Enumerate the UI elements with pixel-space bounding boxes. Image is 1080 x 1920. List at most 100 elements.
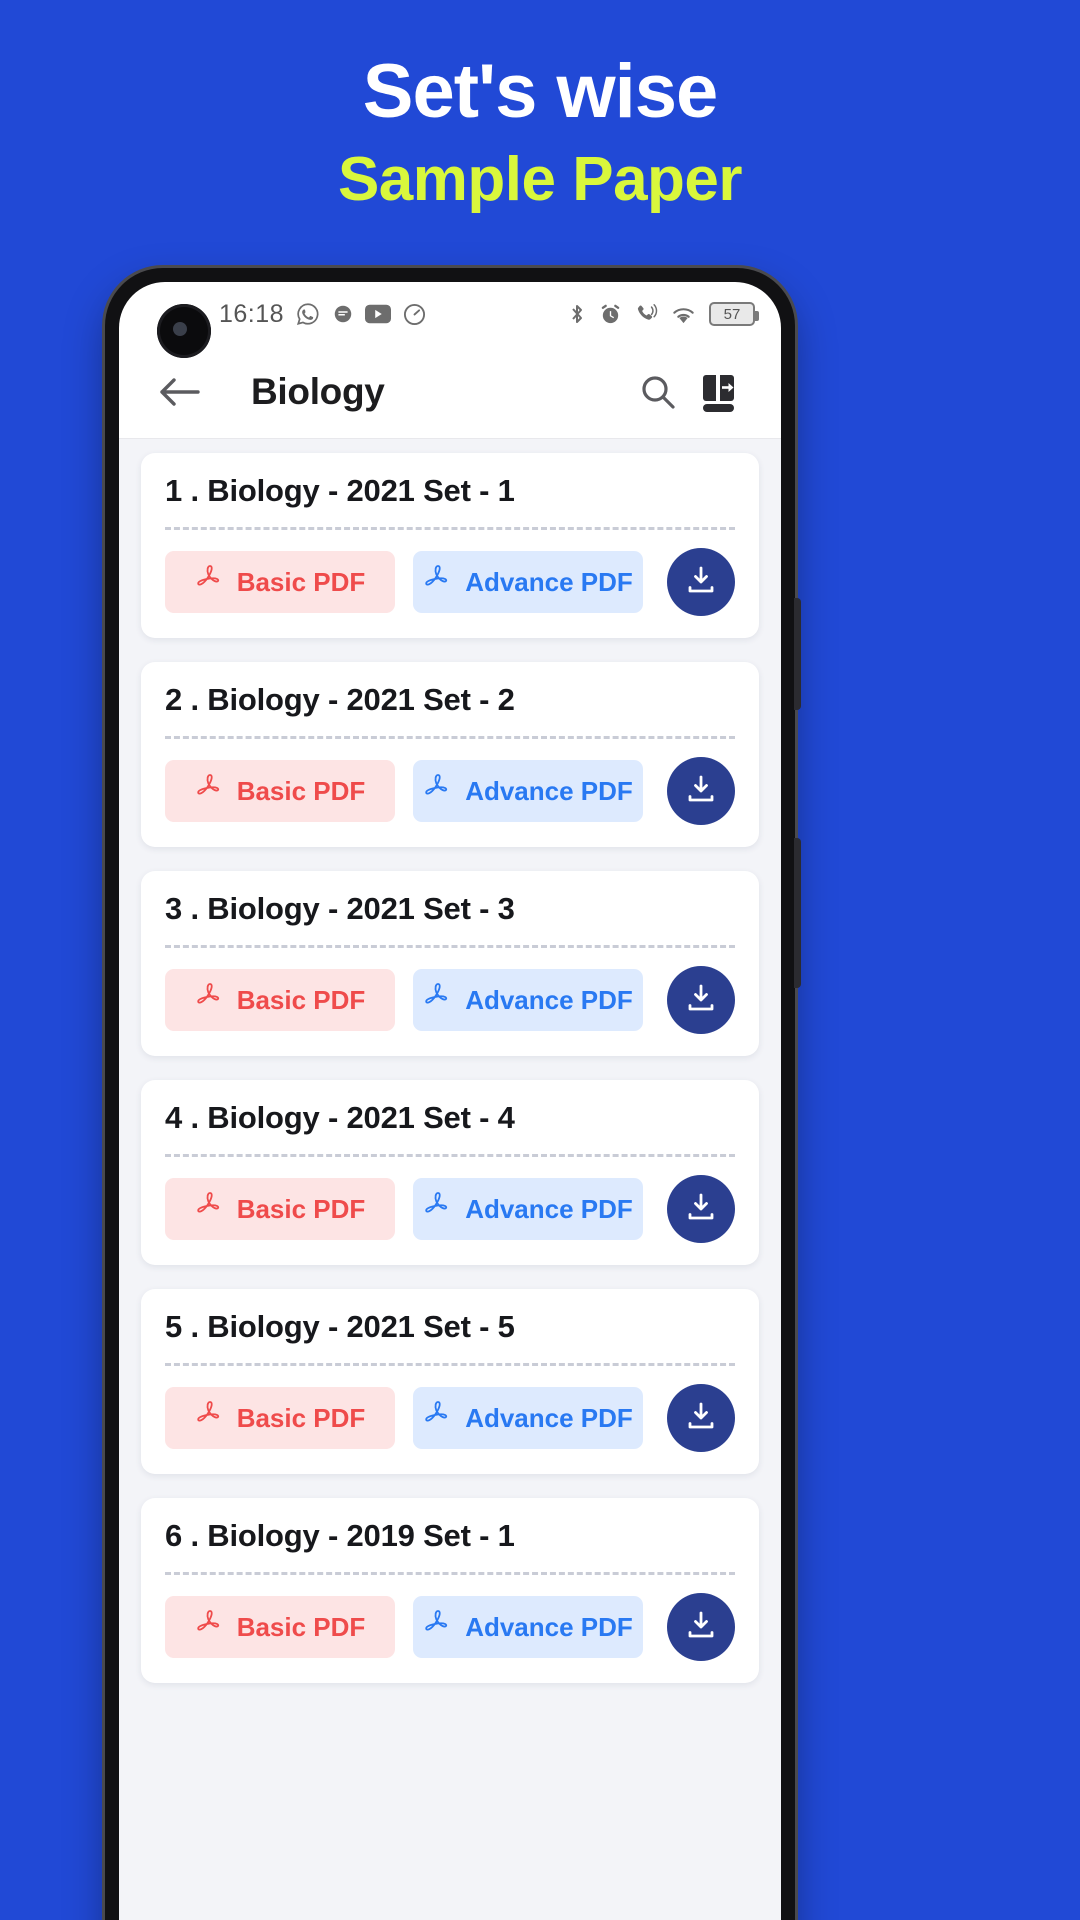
pdf-icon <box>423 1190 453 1229</box>
advance-pdf-button[interactable]: Advance PDF <box>413 551 643 613</box>
status-bar-right: 57 <box>567 302 759 326</box>
vibrate-call-icon <box>634 303 658 325</box>
wifi-icon <box>670 304 697 325</box>
card-actions: Basic PDF Advance PDF <box>165 1593 735 1661</box>
promo-header: Set's wise Sample Paper <box>0 0 1080 214</box>
pdf-icon <box>423 981 453 1020</box>
basic-pdf-button[interactable]: Basic PDF <box>165 969 395 1031</box>
paper-card[interactable]: 1 . Biology - 2021 Set - 1 Basic PDF Advan… <box>141 453 759 638</box>
pdf-icon <box>195 981 225 1020</box>
download-button[interactable] <box>667 1593 735 1661</box>
basic-pdf-button[interactable]: Basic PDF <box>165 760 395 822</box>
promo-title: Set's wise <box>362 49 719 134</box>
youtube-icon <box>365 304 392 324</box>
advance-pdf-label: Advance PDF <box>465 1402 633 1433</box>
download-icon <box>684 1399 718 1438</box>
card-divider <box>165 527 735 530</box>
card-actions: Basic PDF Advance PDF <box>165 966 735 1034</box>
card-divider <box>165 736 735 739</box>
advance-pdf-button[interactable]: Advance PDF <box>413 969 643 1031</box>
page-title: Biology <box>251 371 385 412</box>
whatsapp-icon <box>295 301 321 327</box>
download-button[interactable] <box>667 1384 735 1452</box>
basic-pdf-button[interactable]: Basic PDF <box>165 1596 395 1658</box>
paper-card-title: 6 . Biology - 2019 Set - 1 <box>165 1518 515 1553</box>
download-icon <box>684 772 718 811</box>
promo-subtitle: Sample Paper <box>337 144 743 214</box>
pdf-icon <box>195 1608 225 1647</box>
pdf-icon <box>195 1399 225 1438</box>
card-divider <box>165 1363 735 1366</box>
basic-pdf-label: Basic PDF <box>236 1193 366 1224</box>
paper-list[interactable]: 1 . Biology - 2021 Set - 1 Basic PDF Advan… <box>119 439 781 1920</box>
basic-pdf-button[interactable]: Basic PDF <box>165 1178 395 1240</box>
basic-pdf-label: Basic PDF <box>236 1611 366 1642</box>
paper-card[interactable]: 2 . Biology - 2021 Set - 2 Basic PDF Advan… <box>141 662 759 847</box>
bluetooth-icon <box>567 302 587 326</box>
phone-volume-button[interactable] <box>794 838 801 988</box>
basic-pdf-label: Basic PDF <box>236 1402 366 1433</box>
paper-card[interactable]: 5 . Biology - 2021 Set - 5 Basic PDF Advan… <box>141 1289 759 1474</box>
download-icon <box>684 981 718 1020</box>
paper-card[interactable]: 4 . Biology - 2021 Set - 4 Basic PDF Advan… <box>141 1080 759 1265</box>
advance-pdf-label: Advance PDF <box>465 984 633 1015</box>
search-icon[interactable] <box>627 372 689 412</box>
download-button[interactable] <box>667 757 735 825</box>
advance-pdf-button[interactable]: Advance PDF <box>413 1596 643 1658</box>
card-divider <box>165 1572 735 1575</box>
card-actions: Basic PDF Advance PDF <box>165 548 735 616</box>
status-bar: 16:18 57 <box>119 282 781 346</box>
logout-icon[interactable] <box>689 369 751 415</box>
advance-pdf-button[interactable]: Advance PDF <box>413 1178 643 1240</box>
pdf-icon <box>423 1608 453 1647</box>
basic-pdf-label: Basic PDF <box>236 984 366 1015</box>
card-actions: Basic PDF Advance PDF <box>165 1384 735 1452</box>
paper-card-title: 3 . Biology - 2021 Set - 3 <box>165 891 515 926</box>
paper-card-title: 1 . Biology - 2021 Set - 1 <box>165 473 515 508</box>
alarm-icon <box>599 303 622 326</box>
pdf-icon <box>195 772 225 811</box>
basic-pdf-label: Basic PDF <box>236 775 366 806</box>
pdf-icon <box>423 563 453 602</box>
paper-card-title: 4 . Biology - 2021 Set - 4 <box>165 1100 515 1135</box>
download-icon <box>684 563 718 602</box>
advance-pdf-label: Advance PDF <box>465 1611 633 1642</box>
status-time: 16:18 <box>219 299 285 328</box>
download-icon <box>684 1608 718 1647</box>
advance-pdf-button[interactable]: Advance PDF <box>413 1387 643 1449</box>
phone-power-button[interactable] <box>794 598 801 710</box>
paper-card[interactable]: 3 . Biology - 2021 Set - 3 Basic PDF Advan… <box>141 871 759 1056</box>
download-button[interactable] <box>667 966 735 1034</box>
phone-mockup: 16:18 57 Biology 1 . Biology - 2021 Set … <box>105 268 801 1920</box>
paper-card-title: 2 . Biology - 2021 Set - 2 <box>165 682 515 717</box>
speedometer-icon <box>402 302 427 327</box>
pdf-icon <box>195 1190 225 1229</box>
advance-pdf-button[interactable]: Advance PDF <box>413 760 643 822</box>
app-bar: Biology <box>119 346 781 438</box>
front-camera <box>157 304 211 358</box>
download-button[interactable] <box>667 548 735 616</box>
phone-screen: 16:18 57 Biology 1 . Biology - 2021 Set … <box>119 282 781 1920</box>
card-divider <box>165 1154 735 1157</box>
battery-level: 57 <box>723 305 741 323</box>
basic-pdf-button[interactable]: Basic PDF <box>165 1387 395 1449</box>
battery-indicator: 57 <box>709 302 759 326</box>
paper-card-title: 5 . Biology - 2021 Set - 5 <box>165 1309 515 1344</box>
download-icon <box>684 1190 718 1229</box>
card-actions: Basic PDF Advance PDF <box>165 757 735 825</box>
back-arrow-icon[interactable] <box>149 375 211 409</box>
pdf-icon <box>423 772 453 811</box>
download-button[interactable] <box>667 1175 735 1243</box>
card-divider <box>165 945 735 948</box>
advance-pdf-label: Advance PDF <box>465 775 633 806</box>
pdf-icon <box>423 1399 453 1438</box>
advance-pdf-label: Advance PDF <box>465 1193 633 1224</box>
card-actions: Basic PDF Advance PDF <box>165 1175 735 1243</box>
pdf-icon <box>195 563 225 602</box>
basic-pdf-label: Basic PDF <box>236 566 366 597</box>
paper-card[interactable]: 6 . Biology - 2019 Set - 1 Basic PDF Advan… <box>141 1498 759 1683</box>
advance-pdf-label: Advance PDF <box>465 566 633 597</box>
status-bar-left: 16:18 <box>219 300 567 329</box>
basic-pdf-button[interactable]: Basic PDF <box>165 551 395 613</box>
chat-icon <box>332 303 354 325</box>
